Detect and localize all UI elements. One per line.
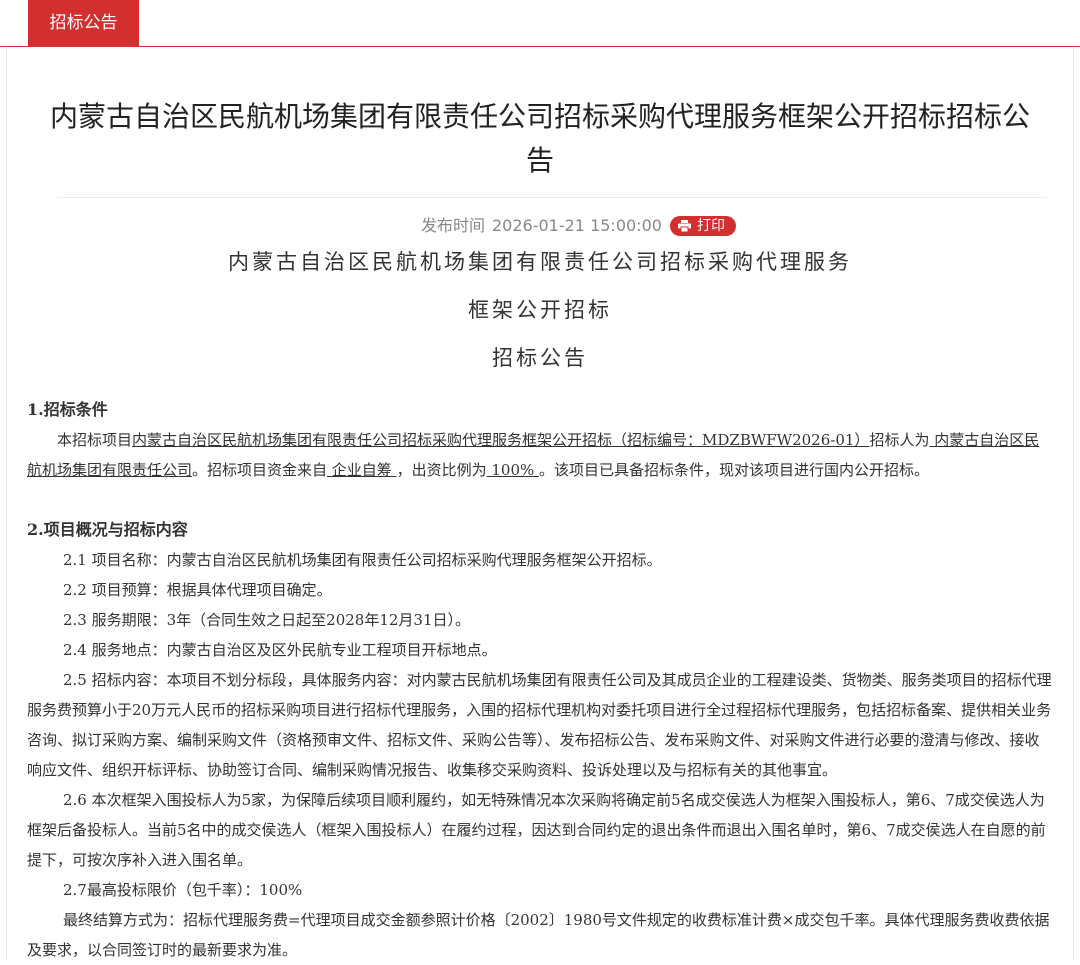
s1-fund-ratio: 100% bbox=[486, 461, 540, 479]
print-label: 打印 bbox=[697, 218, 725, 234]
doc-heading-line-3: 招标公告 bbox=[492, 346, 588, 370]
doc-heading-line-2: 框架公开招标 bbox=[468, 298, 612, 322]
s1-text-4: ，出资比例为 bbox=[396, 461, 487, 479]
publish-time-value: 2026-01-21 15:00:00 bbox=[492, 216, 662, 235]
s1-text-5: 。该项目已具备招标条件，现对该项目进行国内公开招标。 bbox=[539, 461, 930, 479]
s1-project-name: 内蒙古自治区民航机场集团有限责任公司招标采购代理服务框架公开招标（招标编号：MD… bbox=[132, 431, 870, 449]
printer-icon bbox=[678, 220, 691, 232]
item-2-6: 2.6 本次框架入围投标人为5家，为保障后续项目顺利履约，如无特殊情况本次采购将… bbox=[27, 791, 1046, 869]
frame-border-left bbox=[6, 47, 7, 961]
tab-underline bbox=[0, 46, 1080, 47]
item-2-7: 2.7最高投标限价（包千率）：100% bbox=[63, 881, 303, 899]
page-title: 内蒙古自治区民航机场集团有限责任公司招标采购代理服务框架公开招标招标公告 bbox=[49, 100, 1030, 177]
s1-text-1: 本招标项目 bbox=[57, 431, 133, 449]
section-2: 2.项目概况与招标内容 2.1 项目名称：内蒙古自治区民航机场集团有限责任公司招… bbox=[27, 515, 1052, 965]
section-2-heading: 2.项目概况与招标内容 bbox=[27, 520, 188, 539]
print-button[interactable]: 打印 bbox=[670, 216, 736, 236]
publish-meta: 发布时间 2026-01-21 15:00:00 打印 bbox=[0, 215, 1080, 237]
section-1: 1.招标条件 本招标项目内蒙古自治区民航机场集团有限责任公司招标采购代理服务框架… bbox=[27, 395, 1052, 485]
item-2-4: 2.4 服务地点：内蒙古自治区及区外民航专业工程项目开标地点。 bbox=[63, 641, 497, 659]
tab-bar: 招标公告 bbox=[0, 0, 1080, 47]
section-1-heading: 1.招标条件 bbox=[27, 400, 108, 419]
item-2-5: 2.5 招标内容：本项目不划分标段，具体服务内容：对内蒙古民航机场集团有限责任公… bbox=[27, 671, 1052, 779]
frame-border-right bbox=[1073, 47, 1074, 961]
tab-announcement[interactable]: 招标公告 bbox=[28, 0, 139, 46]
item-2-2: 2.2 项目预算：根据具体代理项目确定。 bbox=[63, 581, 332, 599]
title-divider bbox=[57, 197, 1047, 198]
doc-heading-line-1: 内蒙古自治区民航机场集团有限责任公司招标采购代理服务 bbox=[228, 250, 852, 274]
settlement-paragraph: 最终结算方式为：招标代理服务费=代理项目成交金额参照计价格〔2002〕1980号… bbox=[27, 911, 1050, 959]
item-2-1: 2.1 项目名称：内蒙古自治区民航机场集团有限责任公司招标采购代理服务框架公开招… bbox=[63, 551, 662, 569]
section-1-paragraph: 本招标项目内蒙古自治区民航机场集团有限责任公司招标采购代理服务框架公开招标（招标… bbox=[27, 425, 1052, 485]
item-2-3: 2.3 服务期限：3年（合同生效之日起至2028年12月31日）。 bbox=[63, 611, 471, 629]
s1-text-3: 。招标项目资金来自 bbox=[192, 461, 328, 479]
publish-time-label: 发布时间 bbox=[421, 216, 486, 235]
s1-fund-source: 企业自筹 bbox=[327, 461, 397, 479]
s1-text-2: 招标人为 bbox=[869, 431, 930, 449]
